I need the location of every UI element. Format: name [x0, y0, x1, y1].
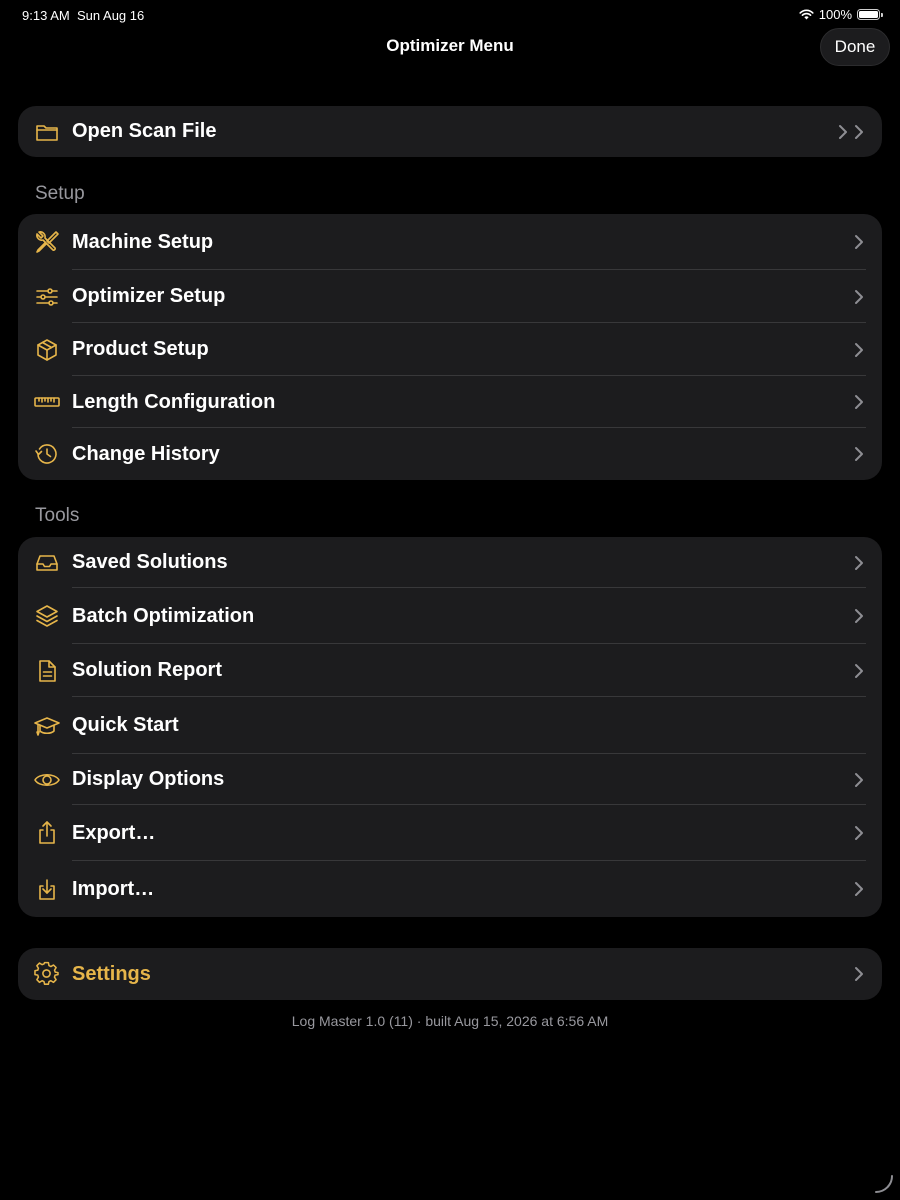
optimizer-setup-row[interactable]: Optimizer Setup: [18, 270, 882, 323]
product-setup-label: Product Setup: [72, 338, 209, 360]
length-configuration-label: Length Configuration: [72, 390, 276, 413]
wifi-icon: [799, 9, 814, 20]
status-date: Sun Aug 16: [77, 8, 145, 23]
eye-icon: [33, 766, 61, 794]
build-info: Log Master 1.0 (11) · built Aug 15, 2026…: [291, 1013, 609, 1029]
status-time: 9:13 AM: [22, 8, 70, 23]
quick-start-label: Quick Start: [72, 714, 179, 736]
settings-group: Settings: [18, 948, 882, 1000]
chevron-right-icon: [854, 234, 864, 250]
chevron-right-icon: [854, 446, 864, 462]
chevron-right-icon: [838, 124, 864, 140]
chevron-right-icon: [854, 881, 864, 897]
tools-section-header: Tools: [35, 505, 80, 526]
tools-group: Saved Solutions Batch Optimization Solut…: [18, 537, 882, 917]
import-label: Import…: [72, 877, 155, 900]
chevron-right-icon: [854, 966, 864, 982]
change-history-row[interactable]: Change History: [18, 428, 882, 480]
history-icon: [33, 440, 61, 468]
ruler-icon: [33, 388, 61, 416]
saved-solutions-label: Saved Solutions: [72, 551, 228, 573]
page-title: Optimizer Menu: [386, 36, 514, 55]
open-scan-file-label: Open Scan File: [72, 120, 217, 142]
machine-setup-label: Machine Setup: [72, 230, 214, 253]
setup-group: Machine Setup Optimizer Setup Product Se…: [18, 214, 882, 480]
export-label: Export…: [72, 821, 156, 844]
optimizer-menu-screen: 9:13 AM Sun Aug 16 100% Optimizer Menu D…: [0, 0, 900, 1200]
battery-percent: 100%: [818, 7, 852, 22]
chevron-right-icon: [854, 608, 864, 624]
batch-optimization-row[interactable]: Batch Optimization: [18, 588, 882, 644]
gear-icon: [33, 960, 61, 988]
chevron-right-icon: [854, 342, 864, 358]
display-options-label: Display Options: [72, 768, 225, 790]
setup-section-header: Setup: [35, 183, 85, 204]
chevron-right-icon: [854, 555, 864, 571]
open-scan-group: Open Scan File: [18, 106, 882, 157]
solution-report-label: Solution Report: [72, 659, 222, 681]
chevron-right-icon: [854, 394, 864, 410]
export-row[interactable]: Export…: [18, 805, 882, 861]
length-configuration-row[interactable]: Length Configuration: [18, 376, 882, 428]
machine-setup-row[interactable]: Machine Setup: [18, 214, 882, 270]
layers-icon: [33, 602, 61, 630]
solution-report-row[interactable]: Solution Report: [18, 644, 882, 697]
change-history-label: Change History: [72, 442, 220, 465]
settings-row[interactable]: Settings: [18, 948, 882, 1000]
box-icon: [33, 336, 61, 364]
status-bar: 9:13 AM Sun Aug 16 100%: [0, 0, 900, 30]
display-options-row[interactable]: Display Options: [18, 754, 882, 805]
saved-solutions-row[interactable]: Saved Solutions: [18, 537, 882, 588]
chevron-right-icon: [854, 663, 864, 679]
import-row[interactable]: Import…: [18, 861, 882, 917]
settings-label: Settings: [72, 962, 151, 985]
open-scan-file-row[interactable]: Open Scan File: [18, 106, 882, 157]
status-right: 100%: [799, 7, 883, 22]
folder-icon: [33, 118, 61, 146]
sliders-icon: [33, 283, 61, 311]
chevron-right-icon: [854, 289, 864, 305]
optimizer-setup-label: Optimizer Setup: [72, 285, 226, 307]
product-setup-row[interactable]: Product Setup: [18, 323, 882, 376]
chevron-right-icon: [854, 772, 864, 788]
resize-handle-icon[interactable]: [874, 1174, 894, 1194]
battery-icon: [857, 9, 883, 20]
quick-start-row[interactable]: Quick Start: [18, 697, 882, 754]
share-icon: [33, 819, 61, 847]
graduation-cap-icon: [33, 712, 61, 740]
import-icon: [33, 875, 61, 903]
inbox-icon: [33, 549, 61, 577]
chevron-right-icon: [854, 825, 864, 841]
document-icon: [33, 657, 61, 685]
wrench-screwdriver-icon: [33, 228, 61, 256]
done-button[interactable]: Done: [820, 28, 890, 66]
batch-optimization-label: Batch Optimization: [72, 604, 255, 627]
